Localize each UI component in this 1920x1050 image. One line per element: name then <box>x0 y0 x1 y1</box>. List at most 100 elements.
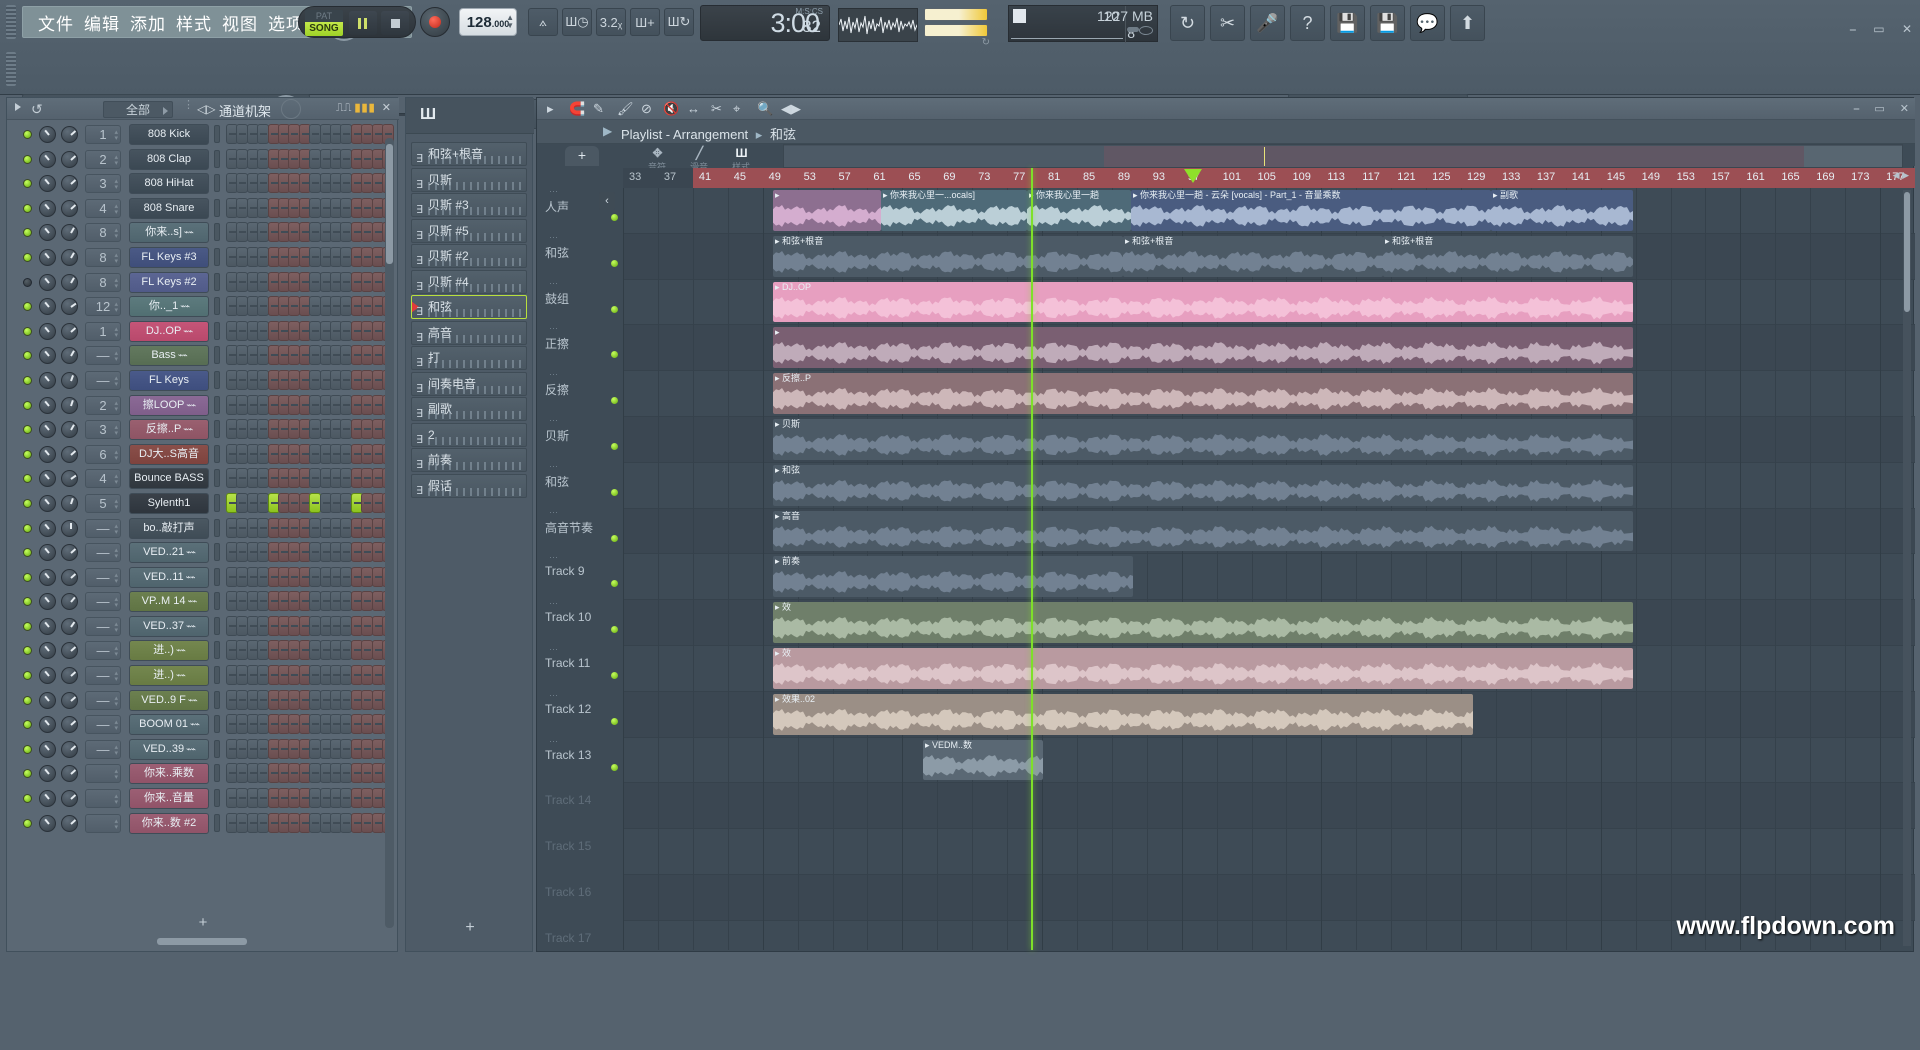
pattern-list-item[interactable]: ∃ 2 <box>411 422 527 447</box>
channel-led[interactable] <box>23 154 32 164</box>
channel-volume-knob[interactable] <box>61 519 78 537</box>
pattern-list-item[interactable]: ∃ 间奏电音 <box>411 371 527 396</box>
track-handle-dots[interactable]: ⋯ <box>549 507 559 518</box>
cut-tool-icon[interactable]: ✂ <box>1210 5 1245 41</box>
playlist-scroll-arrows[interactable]: ◀ ▶ <box>1893 170 1909 181</box>
channel-name-button[interactable]: VED..9 F ⌁⌁ <box>129 689 209 711</box>
microphone-icon[interactable]: 🎤 <box>1250 5 1285 41</box>
paint-icon[interactable]: 🖌 <box>617 101 634 117</box>
channel-row[interactable]: 8 ▴ ▾ 你来..s] ⌁⌁ <box>11 220 395 245</box>
channel-mixer-number[interactable]: 6 ▴ ▾ <box>85 444 121 464</box>
track-led[interactable] <box>611 672 618 679</box>
track-handle-dots[interactable]: ⋯ <box>549 278 559 289</box>
track-handle-dots[interactable]: ⋯ <box>549 644 559 655</box>
channel-volume-knob[interactable] <box>61 740 78 758</box>
channel-row[interactable]: ▴ ▾ 你来..乘数 <box>11 761 395 786</box>
track-handle-dots[interactable]: ⋯ <box>549 690 559 701</box>
playlist-vscrollbar[interactable] <box>1903 190 1911 946</box>
track-name-label[interactable]: 和弦 <box>541 473 619 490</box>
channel-name-button[interactable]: 你来..音量 <box>129 788 209 810</box>
chat-icon[interactable]: 💬 <box>1410 5 1445 41</box>
playlist-track-area[interactable]: 人声 ⋯ 和弦 ⋯ 鼓组 ⋯ 正擦 ⋯ 反擦 ⋯ 贝斯 ⋯ 和弦 ⋯ 高音节奏 ⋯ Track 9 ⋯ Track … <box>537 188 1915 950</box>
channel-pan-knob[interactable] <box>39 716 56 734</box>
channel-led[interactable] <box>23 548 32 558</box>
channel-mixer-number[interactable]: — ▴ ▾ <box>85 567 121 587</box>
channel-volume-knob[interactable] <box>61 347 78 365</box>
pattern-list-item[interactable]: ∃ 贝斯 <box>411 167 527 192</box>
channel-mixer-number[interactable]: 8 ▴ ▾ <box>85 223 121 243</box>
channel-row[interactable]: 2 ▴ ▾ 擦LOOP ⌁⌁ <box>11 393 395 418</box>
time-display[interactable]: 3:00 82 M:S:CS <box>700 5 830 41</box>
track-led[interactable] <box>611 214 618 221</box>
channel-pan-knob[interactable] <box>39 470 56 488</box>
channel-mixer-number[interactable]: — ▴ ▾ <box>85 666 121 686</box>
channel-name-button[interactable]: 你来..s] ⌁⌁ <box>129 222 209 244</box>
pattern-list-item[interactable]: ∃ 贝斯 #4 <box>411 269 527 294</box>
playback-icon[interactable]: ◀▶ <box>781 101 801 117</box>
channel-led[interactable] <box>23 744 32 754</box>
playlist-minimap[interactable] <box>783 144 1903 168</box>
pencil-icon[interactable]: ✎ <box>593 101 604 117</box>
refresh-icon[interactable]: ↻ <box>1170 5 1205 41</box>
track-handle-dots[interactable]: ⋯ <box>549 415 559 426</box>
channel-name-button[interactable]: 你来..乘数 <box>129 763 209 785</box>
channel-led[interactable] <box>23 252 32 262</box>
channel-row[interactable]: — ▴ ▾ VP..M 14 ⌁⌁ <box>11 589 395 614</box>
menu-item-edit[interactable]: 编辑 <box>79 15 125 34</box>
channel-led[interactable] <box>23 498 32 508</box>
track-name-label[interactable]: 和弦 <box>541 244 619 261</box>
channel-mixer-number[interactable]: 5 ▴ ▾ <box>85 493 121 513</box>
playlist-window-controls[interactable]: ⎯ ▭ ✕ <box>1842 102 1909 116</box>
menu-item-patterns[interactable]: 样式 <box>171 15 217 34</box>
channel-led[interactable] <box>23 523 32 533</box>
slice-icon[interactable]: ✂ <box>711 101 722 117</box>
tab-automation-icon[interactable]: ╱ 滑音 <box>679 146 719 172</box>
playlist-close[interactable]: ✕ <box>1900 103 1909 115</box>
playlist-clip[interactable]: ▸ 和弦+根音 <box>1383 235 1633 277</box>
rack-knob-icon[interactable] <box>281 99 301 119</box>
channel-mixer-number[interactable]: — ▴ ▾ <box>85 616 121 636</box>
pattern-list-item[interactable]: ∃ 和弦+根音 <box>411 142 527 166</box>
playlist-clip[interactable]: ▸ 效果..02 <box>773 693 1473 735</box>
save-as-icon[interactable]: 💾 <box>1370 5 1405 41</box>
channel-mixer-number[interactable]: — ▴ ▾ <box>85 715 121 735</box>
channel-name-button[interactable]: Bass ⌁⌁ <box>129 345 209 367</box>
channel-volume-knob[interactable] <box>61 322 78 340</box>
channel-pan-knob[interactable] <box>39 421 56 439</box>
channel-mixer-number[interactable]: — ▴ ▾ <box>85 543 121 563</box>
playlist-lane[interactable] <box>623 738 1915 784</box>
channel-pan-knob[interactable] <box>39 790 56 808</box>
channel-row[interactable]: — ▴ ▾ VED..37 ⌁⌁ <box>11 614 395 639</box>
tempo-spinner[interactable]: ▲ ▼ <box>506 14 514 30</box>
playlist-clip[interactable]: ▸ 前奏 <box>773 556 1133 598</box>
add-pattern-list-button[interactable]: + <box>406 919 534 937</box>
track-name-label[interactable]: Track 10 <box>541 610 619 624</box>
channel-mixer-number[interactable]: — ▴ ▾ <box>85 592 121 612</box>
channel-mixer-number[interactable]: 4 ▴ ▾ <box>85 469 121 489</box>
rack-undo-icon[interactable]: ↺ <box>31 101 43 118</box>
track-name-label[interactable]: Track 9 <box>541 564 619 578</box>
playlist-clip[interactable]: ▸ 你来我心里一...ocals] <box>881 190 1027 231</box>
channel-volume-knob[interactable] <box>61 150 78 168</box>
channel-name-button[interactable]: Bounce BASS <box>129 468 209 490</box>
window-close[interactable]: ✕ <box>1902 22 1912 36</box>
pattern-list-item[interactable]: ∃ 贝斯 #3 <box>411 193 527 217</box>
channel-name-button[interactable]: DJ..OP ⌁⌁ <box>129 320 209 342</box>
track-handle-dots[interactable]: ⋯ <box>549 369 559 380</box>
channel-led[interactable] <box>23 203 32 213</box>
metronome-icon[interactable]: ⟑ <box>528 8 558 36</box>
channel-volume-knob[interactable] <box>61 617 78 635</box>
track-handle-dots[interactable]: ⋯ <box>549 598 559 609</box>
channel-volume-knob[interactable] <box>61 716 78 734</box>
channel-volume-knob[interactable] <box>61 593 78 611</box>
track-name-label[interactable]: 高音节奏 <box>541 519 619 536</box>
channel-row[interactable]: 3 ▴ ▾ 808 HiHat <box>11 171 395 196</box>
channel-row[interactable]: ▴ ▾ 你来..数 #2 <box>11 811 395 836</box>
channel-name-button[interactable]: 擦LOOP ⌁⌁ <box>129 394 209 416</box>
channel-mixer-number[interactable]: ▴ ▾ <box>85 764 121 784</box>
playlist-clip[interactable]: ▸ 效 <box>773 648 1633 689</box>
track-name-label[interactable]: Track 13 <box>541 748 619 762</box>
channel-volume-knob[interactable] <box>61 691 78 709</box>
channel-name-button[interactable]: VED..11 ⌁⌁ <box>129 566 209 588</box>
track-led[interactable] <box>611 305 618 313</box>
